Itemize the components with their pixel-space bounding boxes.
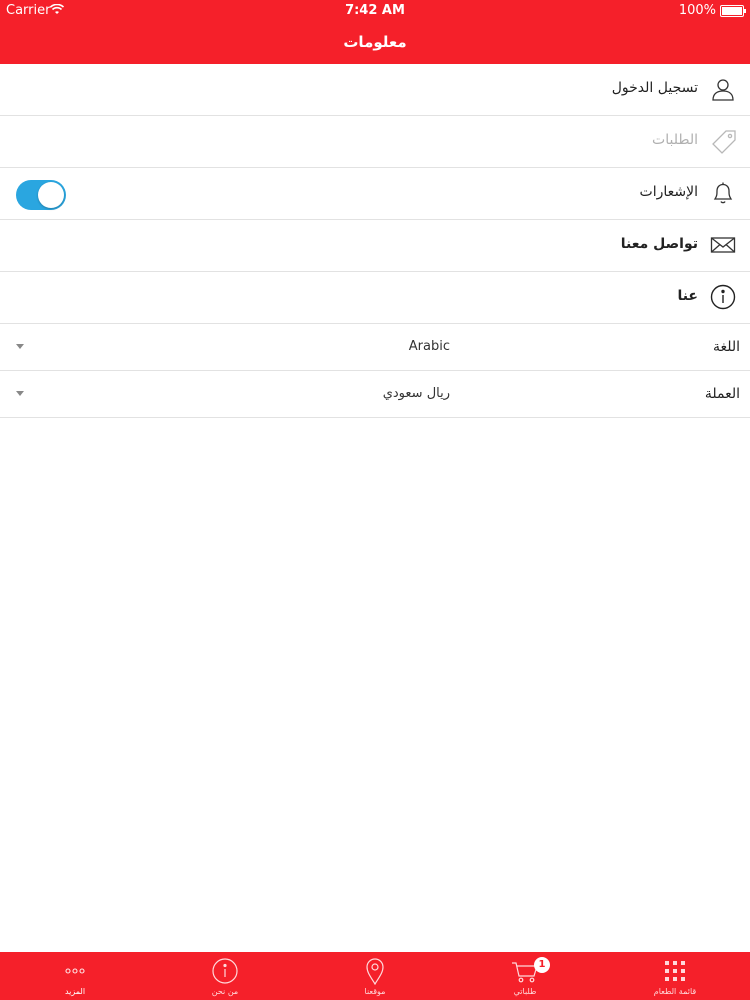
menu-item-login[interactable]: تسجيل الدخول [0,64,750,116]
tab-label: من نحن [211,987,239,996]
tab-label: طلباتي [513,987,537,996]
menu-item-orders[interactable]: الطلبات [0,116,750,168]
currency-select[interactable]: العملة ريال سعودي [0,371,750,418]
nav-bar: معلومات [0,22,750,64]
tab-about[interactable]: من نحن [150,952,300,1000]
cart-badge: 1 [534,957,550,973]
tab-label: قائمة الطعام [653,987,697,996]
language-label: اللغة [712,339,740,355]
more-dots-icon [60,956,90,986]
toggle-knob [38,182,64,208]
chevron-down-icon [16,344,24,349]
language-select[interactable]: اللغة Arabic [0,324,750,371]
menu-item-label: تواصل معنا [620,236,698,252]
currency-label: العملة [704,386,740,402]
status-bar: Carrier 7:42 AM 100% [0,0,750,22]
grid-icon [660,956,690,986]
tab-bar: المزيد من نحن موقعنا 1 طلباتي قائمة الطع… [0,952,750,1000]
language-value: Arabic [408,339,450,354]
bell-icon [710,180,736,206]
map-pin-icon [360,956,390,986]
menu-item-label: تسجيل الدخول [611,80,698,96]
tab-location[interactable]: موقعنا [300,952,450,1000]
tag-icon [710,128,736,154]
notifications-toggle[interactable] [16,180,66,210]
tab-label: المزيد [64,987,86,996]
status-time: 7:42 AM [345,3,405,18]
page-title: معلومات [343,33,407,51]
menu-item-label: الطلبات [652,132,698,148]
envelope-icon [710,232,736,258]
info-icon [210,956,240,986]
tab-food-menu[interactable]: قائمة الطعام [600,952,750,1000]
tab-label: موقعنا [364,987,386,996]
tab-my-orders[interactable]: 1 طلباتي [450,952,600,1000]
menu-item-contact[interactable]: تواصل معنا [0,220,750,272]
menu-item-label: الإشعارات [639,184,698,200]
tab-more[interactable]: المزيد [0,952,150,1000]
battery-percent: 100% [678,3,716,18]
battery-icon [720,5,746,17]
menu-item-notifications: الإشعارات [0,168,750,220]
info-icon [710,284,736,310]
info-menu-list: تسجيل الدخول الطلبات الإشعارات تواصل معن… [0,64,750,418]
currency-value: ريال سعودي [382,386,450,401]
menu-item-about[interactable]: عنا [0,272,750,324]
user-icon [710,76,736,102]
chevron-down-icon [16,391,24,396]
menu-item-label: عنا [677,288,698,304]
